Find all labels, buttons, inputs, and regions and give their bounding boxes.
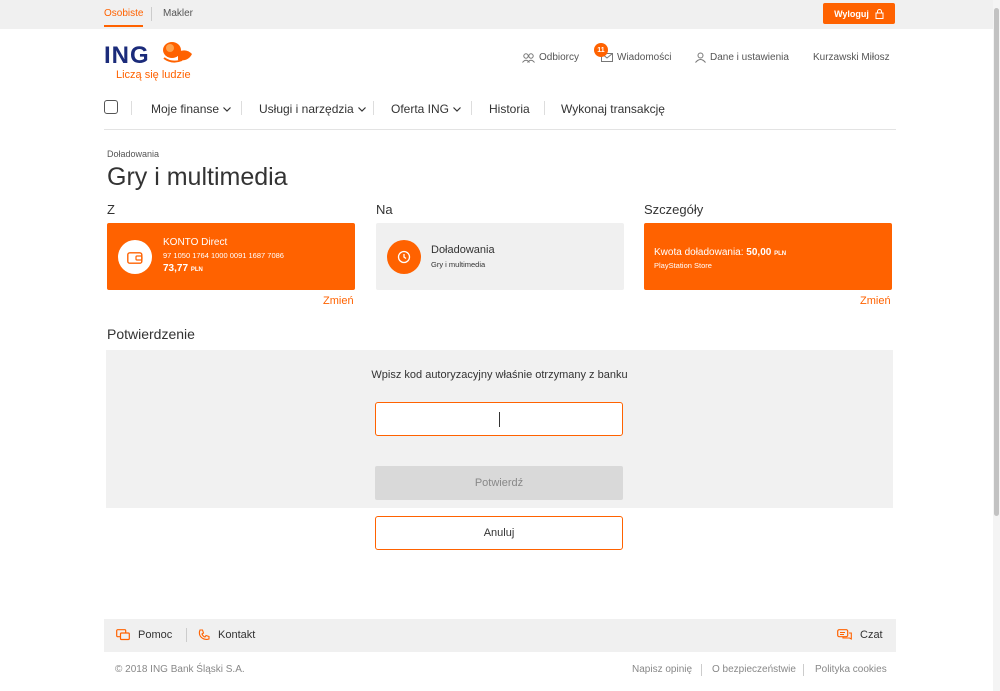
page-title: Gry i multimedia (107, 163, 288, 191)
nav-label: Usługi i narzędzia (259, 102, 354, 116)
ing-logo[interactable]: ING (104, 42, 192, 70)
change-details-link[interactable]: Zmień (860, 295, 891, 307)
settings-link[interactable]: Dane i ustawienia (695, 52, 789, 63)
breadcrumb[interactable]: Doładowania (107, 149, 159, 159)
logout-label: Wyloguj (834, 8, 869, 19)
wallet-icon (118, 240, 152, 274)
nav-label: Historia (489, 102, 530, 116)
store-name: PlayStation Store (654, 261, 712, 270)
nav-divider (471, 101, 472, 115)
logo-tagline: Liczą się ludzie (116, 69, 191, 81)
to-title: Doładowania (431, 244, 495, 256)
nav-item-moje-finanse[interactable]: Moje finanse (151, 102, 231, 116)
from-account-card: KONTO Direct 97 1050 1764 1000 0091 1687… (107, 223, 355, 290)
copyright: © 2018 ING Bank Śląski S.A. (115, 664, 245, 675)
help-label: Pomoc (138, 629, 173, 641)
nav-item-wykonaj-transakcje[interactable]: Wykonaj transakcję (561, 102, 665, 116)
cancel-button[interactable]: Anuluj (375, 516, 623, 550)
nav-item-uslugi[interactable]: Usługi i narzędzia (259, 102, 366, 116)
nav-label: Oferta ING (391, 102, 450, 116)
recipients-link[interactable]: Odbiorcy (522, 52, 579, 63)
nav-item-oferta[interactable]: Oferta ING (391, 102, 461, 116)
from-label: Z (107, 202, 115, 217)
to-label: Na (376, 202, 393, 217)
messages-count-badge: 11 (594, 43, 608, 57)
footer-link-divider (803, 664, 804, 676)
chat-link[interactable]: Czat (837, 629, 883, 641)
chevron-down-icon (453, 106, 461, 112)
contact-link[interactable]: Kontakt (198, 629, 255, 641)
nav-label: Wykonaj transakcję (561, 102, 665, 116)
details-card: Kwota doładowania: 50,00 PLN PlayStation… (644, 223, 892, 290)
logout-button[interactable]: Wyloguj (823, 3, 895, 24)
lock-icon (875, 8, 884, 19)
logo-brand: ING (104, 42, 150, 69)
balance-currency: PLN (190, 267, 203, 273)
help-chat-icon (116, 629, 130, 641)
to-subtitle: Gry i multimedia (431, 260, 486, 269)
confirmation-title: Potwierdzenie (107, 326, 195, 342)
tab-divider (151, 7, 152, 21)
footer-link-divider (701, 664, 702, 676)
account-balance: 73,77 (163, 263, 189, 274)
amount-currency: PLN (774, 251, 787, 257)
nav-divider (544, 101, 545, 115)
tab-osobiste[interactable]: Osobiste (104, 8, 144, 27)
nav-divider (131, 101, 132, 115)
scrollbar-thumb[interactable] (994, 8, 999, 516)
tab-makler[interactable]: Makler (163, 8, 193, 19)
footer-bar: Pomoc Kontakt Czat (104, 619, 896, 652)
recipients-label: Odbiorcy (539, 52, 580, 63)
footer-link-opinion[interactable]: Napisz opinię (632, 664, 692, 675)
people-icon (522, 52, 535, 63)
auth-code-prompt: Wpisz kod autoryzacyjny właśnie otrzyman… (371, 369, 628, 381)
topup-icon (387, 240, 421, 274)
change-from-link[interactable]: Zmień (323, 295, 354, 307)
settings-label: Dane i ustawienia (710, 52, 789, 63)
messages-label: Wiadomości (617, 52, 672, 63)
amount-label: Kwota doładowania: (654, 247, 744, 258)
contact-label: Kontakt (218, 629, 256, 641)
main-navigation: Moje finanse Usługi i narzędzia Oferta I… (104, 98, 896, 130)
top-bar: Osobiste Makler Wyloguj (0, 0, 1000, 29)
chevron-down-icon (357, 106, 366, 112)
footer-divider (186, 628, 187, 642)
chat-icon (837, 629, 852, 640)
user-icon (695, 52, 706, 63)
details-label: Szczegóły (644, 202, 704, 217)
account-name: KONTO Direct (163, 237, 228, 248)
chevron-down-icon (223, 106, 231, 112)
footer-link-security[interactable]: O bezpieczeństwie (712, 664, 796, 675)
chat-label: Czat (860, 629, 883, 641)
auth-code-input[interactable] (375, 402, 623, 436)
account-number: 97 1050 1764 1000 0091 1687 7086 (163, 251, 284, 260)
nav-divider (241, 101, 242, 115)
nav-item-historia[interactable]: Historia (489, 102, 530, 116)
nav-divider (373, 101, 374, 115)
phone-icon (198, 629, 210, 640)
user-name: Kurzawski Miłosz (813, 52, 890, 63)
confirmation-panel: Wpisz kod autoryzacyjny właśnie otrzyman… (106, 350, 893, 508)
page-scrollbar[interactable] (993, 0, 1000, 691)
confirm-button[interactable]: Potwierdź (375, 466, 623, 500)
footer-link-cookies[interactable]: Polityka cookies (815, 664, 887, 675)
amount-value: 50,00 (746, 247, 772, 258)
to-card: Doładowania Gry i multimedia (376, 223, 624, 290)
nav-label: Moje finanse (151, 102, 220, 116)
user-name-link[interactable]: Kurzawski Miłosz (813, 52, 890, 63)
messages-link[interactable]: Wiadomości (601, 52, 671, 63)
lion-icon (163, 42, 192, 63)
help-link[interactable]: Pomoc (116, 629, 172, 641)
home-icon[interactable] (104, 100, 118, 114)
text-caret (499, 412, 500, 427)
